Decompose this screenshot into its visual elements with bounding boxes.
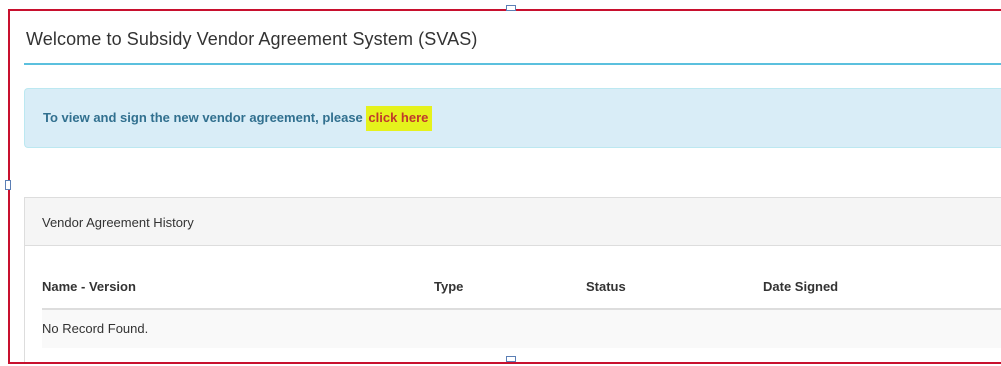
panel-heading: Vendor Agreement History: [25, 198, 1001, 246]
alert-message: To view and sign the new vendor agreemen…: [43, 110, 367, 125]
title-divider: [24, 63, 1001, 65]
resize-handle-top[interactable]: [506, 5, 516, 11]
selection-frame: Welcome to Subsidy Vendor Agreement Syst…: [8, 9, 1001, 364]
empty-state-message: No Record Found.: [42, 321, 149, 336]
resize-handle-bottom[interactable]: [506, 356, 516, 362]
page-title: Welcome to Subsidy Vendor Agreement Syst…: [26, 29, 478, 49]
alert-text-container: To view and sign the new vendor agreemen…: [43, 106, 433, 131]
column-header-date-signed: Date Signed: [763, 279, 839, 294]
column-header-name-version: Name - Version: [42, 279, 136, 294]
column-header-type: Type: [434, 279, 464, 294]
table-header: Name - Version Type Status Date Signed: [42, 270, 1001, 310]
column-header-status: Status: [586, 279, 626, 294]
vendor-agreement-history-panel: Vendor Agreement History Name - Version …: [24, 197, 1001, 362]
panel-title: Vendor Agreement History: [42, 215, 194, 230]
table-row: No Record Found.: [42, 310, 1001, 348]
resize-handle-left[interactable]: [5, 180, 11, 190]
click-here-link[interactable]: click here: [366, 106, 433, 131]
info-alert: To view and sign the new vendor agreemen…: [24, 88, 1001, 148]
